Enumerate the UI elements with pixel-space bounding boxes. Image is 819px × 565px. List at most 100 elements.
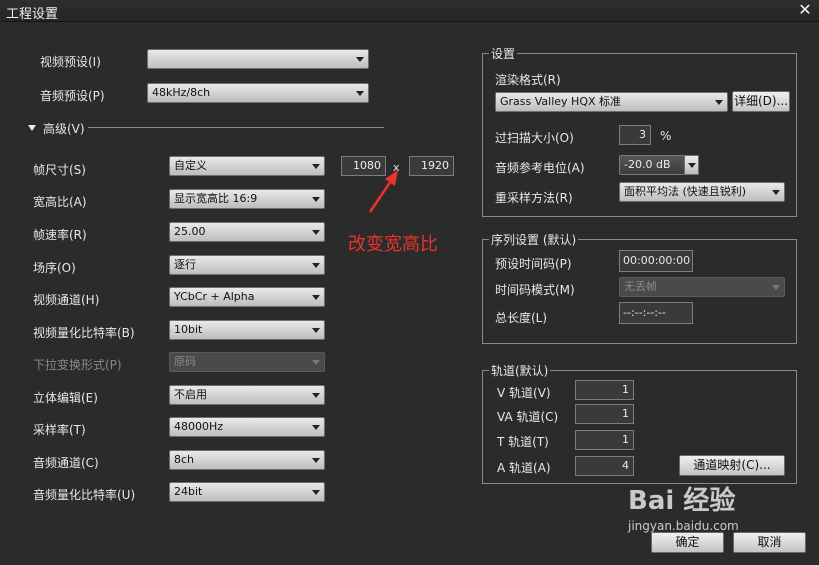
advanced-divider (88, 127, 384, 128)
pulldown-label: 下拉变换形式(P) (33, 358, 122, 372)
v-track-label: V 轨道(V) (497, 386, 551, 400)
chevron-down-icon (772, 285, 780, 290)
audio-channel-label: 音频通道(C) (33, 456, 99, 470)
sequence-group-title: 序列设置 (默认) (489, 231, 579, 248)
resample-select[interactable]: 面积平均法 (快速且锐利) (619, 182, 785, 202)
detail-button[interactable]: 详细(D)... (732, 91, 790, 112)
video-quant-value: 10bit (174, 323, 203, 336)
chevron-down-icon (772, 190, 780, 195)
chevron-down-icon (312, 425, 320, 430)
chevron-down-icon (312, 295, 320, 300)
advanced-toggle[interactable]: 高级(V) (28, 120, 108, 136)
annotation-arrow-icon (368, 170, 398, 213)
chevron-down-icon (312, 393, 320, 398)
sample-rate-value: 48000Hz (174, 420, 224, 433)
audio-preset-select[interactable]: 48kHz/8ch (147, 83, 369, 103)
chevron-down-icon (312, 197, 320, 202)
audio-channel-value: 8ch (174, 453, 195, 466)
stereo-label: 立体编辑(E) (33, 391, 98, 405)
frame-size-select[interactable]: 自定义 (169, 156, 325, 176)
stereo-select[interactable]: 不启用 (169, 385, 325, 405)
frame-rate-label: 帧速率(R) (33, 228, 87, 242)
chevron-down-icon (312, 458, 320, 463)
chevron-down-icon (356, 57, 364, 62)
video-channel-label: 视频通道(H) (33, 293, 100, 307)
pulldown-select: 原码 (169, 352, 325, 372)
video-channel-value: YCbCr + Alpha (174, 290, 255, 303)
close-icon[interactable]: ✕ (797, 0, 813, 20)
v-track-input[interactable]: 1 (575, 380, 634, 400)
frame-rate-select[interactable]: 25.00 (169, 222, 325, 242)
video-channel-select[interactable]: YCbCr + Alpha (169, 287, 325, 307)
aspect-label: 宽高比(A) (33, 195, 87, 209)
pulldown-value: 原码 (174, 355, 196, 368)
a-track-input[interactable]: 4 (575, 456, 634, 476)
watermark: Bai 经验 jingyan.baidu.com (628, 480, 739, 533)
t-track-input[interactable]: 1 (575, 430, 634, 450)
t-track-label: T 轨道(T) (497, 435, 549, 449)
tc-mode-label: 时间码模式(M) (495, 283, 575, 297)
window-title: 工程设置 (6, 7, 59, 22)
audio-quant-label: 音频量化比特率(U) (33, 488, 136, 502)
cancel-button[interactable]: 取消 (733, 532, 806, 553)
chevron-down-icon (356, 91, 364, 96)
va-track-label: VA 轨道(C) (497, 410, 559, 424)
field-order-select[interactable]: 逐行 (169, 255, 325, 275)
triangle-down-icon (28, 125, 36, 131)
resample-value: 面积平均法 (快速且锐利) (624, 185, 747, 198)
timecode-label: 预设时间码(P) (495, 257, 572, 271)
chevron-down-icon (715, 100, 723, 105)
settings-group-title: 设置 (489, 45, 518, 62)
audio-ref-dropdown-button[interactable] (684, 155, 699, 175)
chevron-down-icon (312, 328, 320, 333)
va-track-input[interactable]: 1 (575, 404, 634, 424)
overscan-input[interactable]: 3 (619, 125, 651, 145)
stereo-value: 不启用 (174, 388, 207, 401)
watermark-url: jingyan.baidu.com (628, 519, 739, 533)
tc-mode-value: 无丢帧 (624, 280, 657, 293)
tracks-group-title: 轨道(默认) (489, 362, 551, 379)
aspect-value: 显示宽高比 16:9 (174, 192, 258, 205)
video-preset-select[interactable] (147, 49, 369, 69)
timecode-input[interactable]: 00:00:00:00 (619, 250, 693, 272)
watermark-logo: Bai 经验 (628, 486, 736, 516)
field-order-label: 场序(O) (33, 261, 76, 275)
tc-mode-select: 无丢帧 (619, 277, 785, 297)
duration-input[interactable]: --:--:--:-- (619, 302, 693, 324)
chevron-down-icon (312, 263, 320, 268)
render-format-label: 渲染格式(R) (495, 73, 561, 87)
field-order-value: 逐行 (174, 258, 196, 271)
audio-ref-label: 音频参考电位(A) (495, 161, 585, 175)
video-preset-label: 视频预设(I) (40, 55, 101, 69)
overscan-unit: % (660, 129, 672, 143)
sample-rate-select[interactable]: 48000Hz (169, 417, 325, 437)
overscan-label: 过扫描大小(O) (495, 131, 574, 145)
aspect-select[interactable]: 显示宽高比 16:9 (169, 189, 325, 209)
audio-ref-value: -20.0 dB (624, 158, 671, 171)
audio-quant-select[interactable]: 24bit (169, 482, 325, 502)
frame-size-value: 自定义 (174, 159, 207, 172)
chevron-down-icon (312, 360, 320, 365)
channel-mapping-button[interactable]: 通道映射(C)... (679, 455, 785, 476)
advanced-label: 高级(V) (43, 122, 85, 136)
video-quant-label: 视频量化比特率(B) (33, 326, 135, 340)
frame-rate-value: 25.00 (174, 225, 206, 238)
duration-label: 总长度(L) (495, 311, 548, 325)
chevron-down-icon (312, 230, 320, 235)
a-track-label: A 轨道(A) (497, 461, 551, 475)
audio-quant-value: 24bit (174, 485, 203, 498)
video-quant-select[interactable]: 10bit (169, 320, 325, 340)
audio-preset-label: 音频预设(P) (40, 89, 105, 103)
frame-size-label: 帧尺寸(S) (33, 163, 86, 177)
chevron-down-icon (688, 163, 696, 168)
resample-label: 重采样方法(R) (495, 191, 573, 205)
audio-preset-value: 48kHz/8ch (152, 86, 211, 99)
render-format-select[interactable]: Grass Valley HQX 标准 (495, 92, 728, 112)
chevron-down-icon (312, 490, 320, 495)
chevron-down-icon (312, 164, 320, 169)
render-format-value: Grass Valley HQX 标准 (500, 95, 622, 108)
frame-height-input[interactable]: 1920 (409, 156, 454, 176)
audio-channel-select[interactable]: 8ch (169, 450, 325, 470)
ok-button[interactable]: 确定 (651, 532, 724, 553)
title-bar: 工程设置 ✕ (0, 0, 819, 22)
